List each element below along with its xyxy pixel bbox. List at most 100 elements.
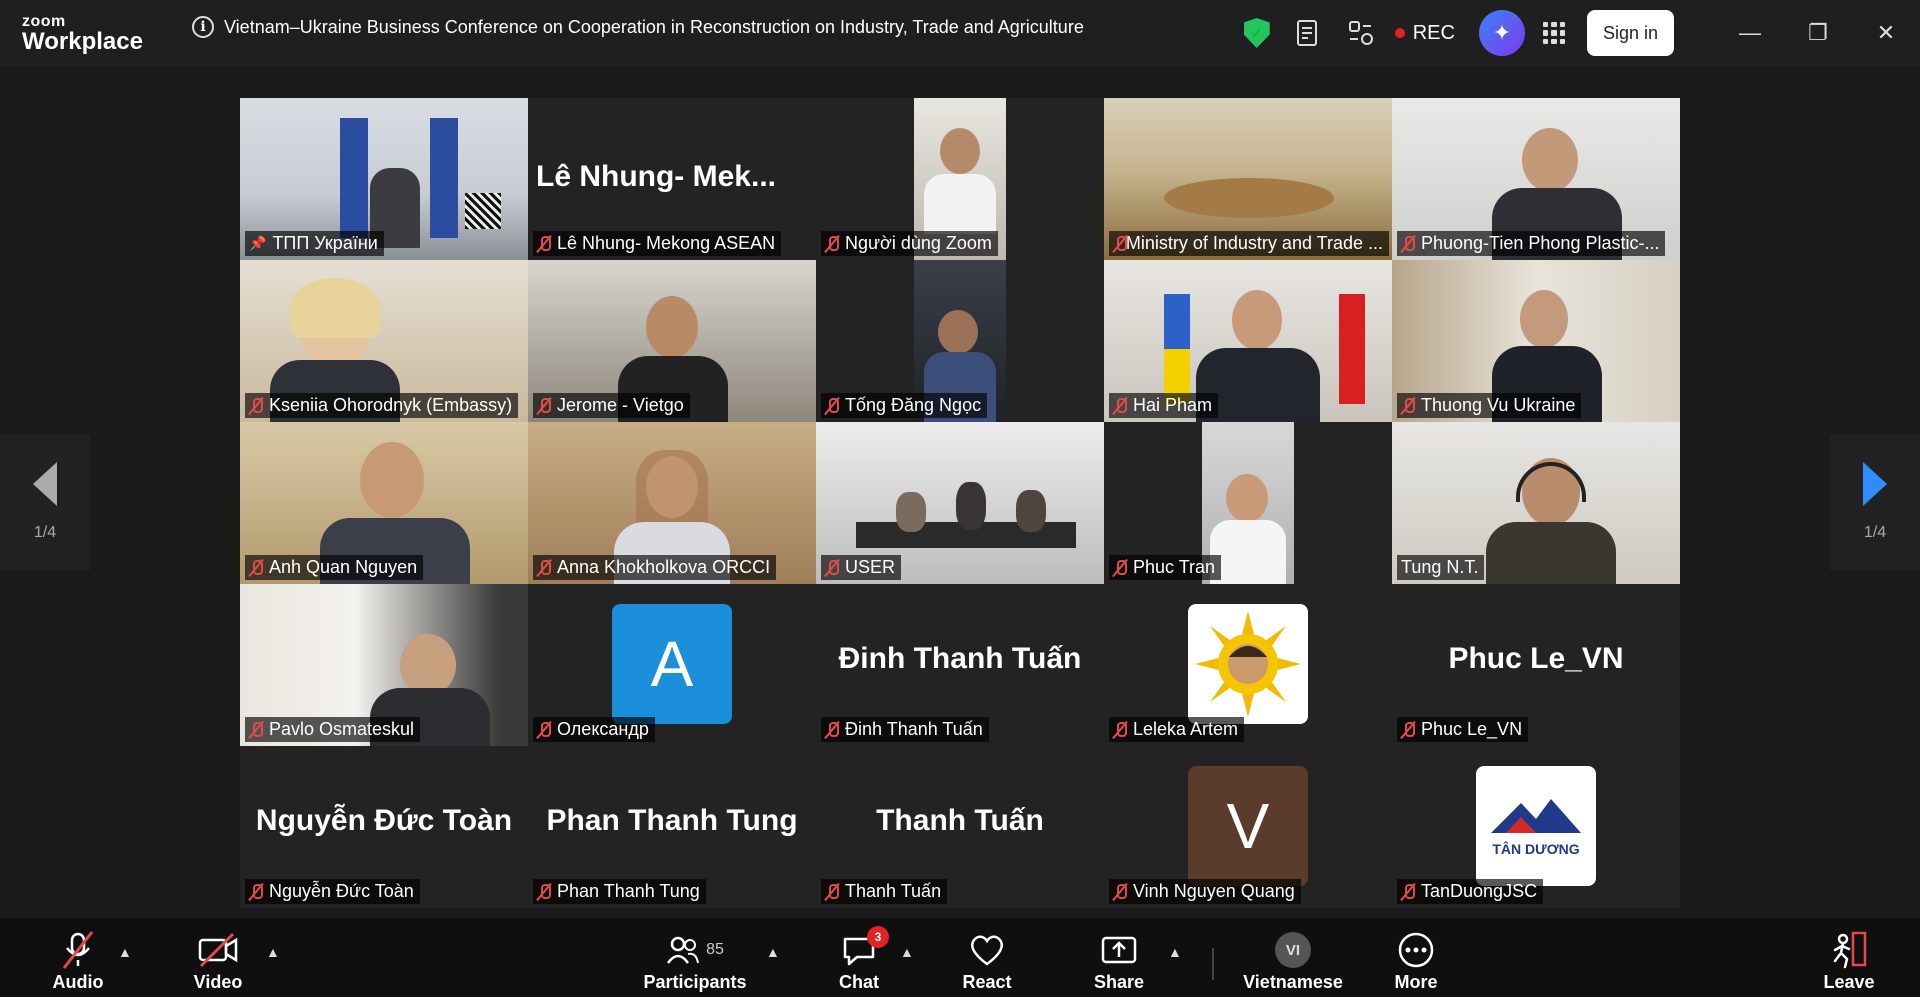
- participant-name: Jerome - Vietgo: [557, 395, 684, 415]
- top-bar: zoom Workplace i Vietnam–Ukraine Busines…: [0, 0, 1920, 66]
- more-button[interactable]: More: [1388, 928, 1444, 993]
- video-tile[interactable]: Người dùng Zoom: [816, 98, 1104, 260]
- participant-name: Hai Pham: [1133, 395, 1213, 415]
- muted-mic-icon: [60, 928, 96, 972]
- video-tile[interactable]: USER: [816, 422, 1104, 584]
- participant-name: Phan Thanh Tung: [557, 881, 700, 901]
- video-tile[interactable]: Phuc Le_VN Phuc Le_VN: [1392, 584, 1680, 746]
- participant-name: Tống Đăng Ngọc: [845, 395, 982, 415]
- page-indicator-left: 1/4: [33, 524, 57, 541]
- next-page-button[interactable]: 1/4: [1830, 434, 1920, 570]
- recording-indicator[interactable]: REC: [1394, 22, 1455, 45]
- muted-mic-icon: [1113, 721, 1127, 739]
- participant-name: Phuc Tran: [1133, 557, 1216, 577]
- video-tile[interactable]: Kseniia Ohorodnyk (Embassy): [240, 260, 528, 422]
- participant-name: Leleka Artem: [1133, 719, 1239, 739]
- participant-name: Thanh Tuấn: [845, 881, 942, 901]
- video-tile[interactable]: Phuc Tran: [1104, 422, 1392, 584]
- video-tile[interactable]: V Vinh Nguyen Quang: [1104, 746, 1392, 908]
- video-tile[interactable]: A Олександр: [528, 584, 816, 746]
- muted-mic-icon: [537, 559, 551, 577]
- avatar: A: [612, 604, 732, 724]
- share-label: Share: [1093, 972, 1145, 992]
- video-tile[interactable]: Thanh Tuấn Thanh Tuấn: [816, 746, 1104, 908]
- meeting-title: Vietnam–Ukraine Business Conference on C…: [224, 16, 1084, 37]
- language-interpretation-button[interactable]: VI Vietnamese: [1240, 928, 1346, 993]
- video-tile[interactable]: Hai Pham: [1104, 260, 1392, 422]
- video-tile[interactable]: Thuong Vu Ukraine: [1392, 260, 1680, 422]
- muted-mic-icon: [825, 235, 839, 253]
- display-name: Phuc Le_VN: [1448, 642, 1624, 675]
- participant-name: ТПП України: [272, 233, 378, 253]
- participant-name: Anh Quan Nguyen: [269, 557, 418, 577]
- participants-button[interactable]: 85 Participants: [640, 928, 750, 993]
- chat-button[interactable]: 3 Chat: [830, 926, 889, 993]
- notes-icon[interactable]: [1283, 7, 1335, 59]
- participant-name: Vinh Nguyen Quang: [1133, 881, 1295, 901]
- info-icon[interactable]: i: [192, 16, 214, 38]
- react-button[interactable]: React: [958, 928, 1016, 993]
- muted-mic-icon: [537, 397, 551, 415]
- participants-label: Participants: [643, 972, 747, 992]
- video-tile[interactable]: Phuong-Tien Phong Plastic-...: [1392, 98, 1680, 260]
- video-tile[interactable]: Anna Khokholkova ORCCI: [528, 422, 816, 584]
- video-tile[interactable]: 📌 ТПП України: [240, 98, 528, 260]
- participant-name: Nguyễn Đức Toàn: [269, 881, 414, 901]
- chat-label: Chat: [839, 972, 879, 992]
- arrow-right-icon: [1863, 462, 1887, 506]
- apps-switch-icon[interactable]: [1335, 7, 1387, 59]
- security-shield-icon[interactable]: ✓: [1231, 7, 1283, 59]
- audio-label: Audio: [52, 972, 104, 992]
- leave-button[interactable]: Leave: [1820, 928, 1878, 993]
- sparkle-icon: ✦: [1492, 20, 1512, 45]
- share-button[interactable]: Share: [1090, 928, 1148, 993]
- video-tile[interactable]: Anh Quan Nguyen: [240, 422, 528, 584]
- video-tile[interactable]: Jerome - Vietgo: [528, 260, 816, 422]
- previous-page-button[interactable]: 1/4: [0, 434, 90, 570]
- video-tile[interactable]: Phan Thanh Tung Phan Thanh Tung: [528, 746, 816, 908]
- share-options-chevron-icon[interactable]: ▲: [1168, 944, 1182, 960]
- participant-name: Pavlo Osmateskul: [269, 719, 415, 739]
- restore-icon[interactable]: ❐: [1784, 0, 1852, 66]
- video-tile[interactable]: Tống Đăng Ngọc: [816, 260, 1104, 422]
- participant-name: Đinh Thanh Tuấn: [845, 719, 983, 739]
- participants-icon: [667, 936, 700, 964]
- minimize-icon[interactable]: —: [1716, 0, 1784, 66]
- muted-mic-icon: [1401, 883, 1415, 901]
- top-right-controls: ✓ REC ✦ Sign in — ❐ ✕: [1231, 0, 1920, 66]
- audio-button[interactable]: Audio: [46, 928, 110, 993]
- video-off-icon: [197, 928, 239, 972]
- video-tile[interactable]: Nguyễn Đức Toàn Nguyễn Đức Toàn: [240, 746, 528, 908]
- display-name: Phan Thanh Tung: [546, 804, 798, 837]
- heart-icon: [970, 935, 1004, 966]
- participants-options-chevron-icon[interactable]: ▲: [766, 944, 780, 960]
- react-label: React: [962, 972, 1012, 992]
- muted-mic-icon: [1113, 397, 1127, 415]
- participant-name: Ministry of Industry and Trade ...: [1125, 233, 1383, 253]
- participant-name: USER: [845, 557, 896, 577]
- participant-name: Tung N.T.: [1401, 557, 1479, 577]
- toolbar-divider: [1212, 948, 1214, 980]
- video-tile[interactable]: Pavlo Osmateskul: [240, 584, 528, 746]
- video-tile[interactable]: Ministry of Industry and Trade ...: [1104, 98, 1392, 260]
- video-tile[interactable]: Tung N.T.: [1392, 422, 1680, 584]
- participant-name: Phuc Le_VN: [1421, 719, 1523, 739]
- muted-mic-icon: [249, 559, 263, 577]
- video-options-chevron-icon[interactable]: ▲: [266, 944, 280, 960]
- meeting-toolbar: Audio ▲ Video ▲ 85 Participants ▲ 3 Chat…: [0, 918, 1920, 997]
- muted-mic-icon: [1401, 721, 1415, 739]
- chat-options-chevron-icon[interactable]: ▲: [900, 944, 914, 960]
- muted-mic-icon: [825, 721, 839, 739]
- apps-grid-icon[interactable]: [1542, 22, 1565, 44]
- close-icon[interactable]: ✕: [1852, 0, 1920, 66]
- video-button[interactable]: Video: [186, 928, 250, 993]
- video-tile[interactable]: Đinh Thanh Tuấn Đinh Thanh Tuấn: [816, 584, 1104, 746]
- sign-in-button[interactable]: Sign in: [1586, 10, 1674, 56]
- video-tile[interactable]: Leleka Artem: [1104, 584, 1392, 746]
- video-tile[interactable]: TÂN DƯƠNG TanDuongJSC: [1392, 746, 1680, 908]
- video-tile[interactable]: Lê Nhung- Mek... Lê Nhung- Mekong ASEAN: [528, 98, 816, 260]
- ai-companion-button[interactable]: ✦: [1478, 10, 1525, 56]
- audio-options-chevron-icon[interactable]: ▲: [118, 944, 132, 960]
- muted-mic-icon: [1401, 397, 1415, 415]
- muted-mic-icon: [537, 721, 551, 739]
